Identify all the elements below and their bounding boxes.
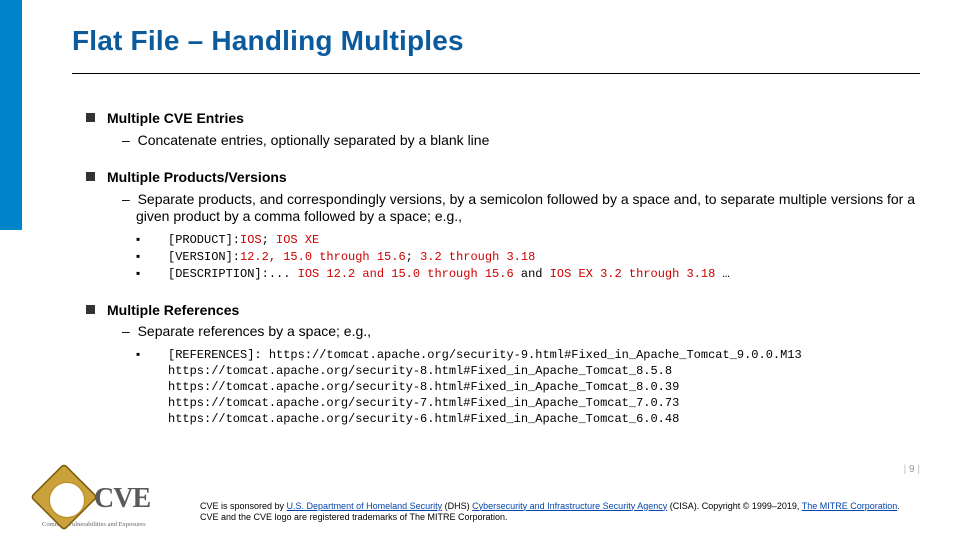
code-line: ▪[REFERENCES]: https://tomcat.apache.org… [156, 347, 920, 363]
code-line: ▪[DESCRIPTION]:... IOS 12.2 and 15.0 thr… [156, 266, 920, 282]
section: Multiple Products/Versions – Separate pro… [86, 169, 920, 282]
code-line: ▪[PRODUCT]:IOS; IOS XE [156, 232, 920, 248]
code-bullet-icon: ▪ [156, 232, 168, 247]
code-block: ▪[PRODUCT]:IOS; IOS XE▪[VERSION]:12.2, 1… [156, 232, 920, 282]
code-bullet-icon: ▪ [156, 249, 168, 264]
footer-text: CVE is sponsored by U.S. Department of H… [200, 501, 920, 524]
section-sub: – Concatenate entries, optionally separa… [122, 132, 920, 150]
footer-link-cisa[interactable]: Cybersecurity and Infrastructure Securit… [472, 501, 667, 511]
logo: CVE Common Vulnerabilities and Exposures [42, 475, 172, 528]
footer-link-mitre[interactable]: The MITRE Corporation [802, 501, 898, 511]
square-bullet-icon [86, 172, 95, 181]
section-heading: Multiple CVE Entries [86, 110, 920, 128]
accent-bar [0, 0, 22, 230]
title-area: Flat File – Handling Multiples [72, 25, 920, 74]
code-block: ▪[REFERENCES]: https://tomcat.apache.org… [156, 347, 920, 427]
code-line: https://tomcat.apache.org/security-8.htm… [156, 364, 920, 379]
section-heading: Multiple References [86, 302, 920, 320]
page-number: | 9 | [904, 464, 920, 475]
code-line: https://tomcat.apache.org/security-7.htm… [156, 396, 920, 411]
code-line: ▪[VERSION]:12.2, 15.0 through 15.6; 3.2 … [156, 249, 920, 265]
title-divider [72, 73, 920, 74]
section-heading: Multiple Products/Versions [86, 169, 920, 187]
section: Multiple References – Separate references… [86, 302, 920, 427]
section-sub: – Separate products, and correspondingly… [122, 191, 920, 226]
logo-text: CVE [94, 483, 150, 515]
code-line: https://tomcat.apache.org/security-6.htm… [156, 412, 920, 427]
square-bullet-icon [86, 113, 95, 122]
code-bullet-icon: ▪ [156, 266, 168, 281]
section: Multiple CVE Entries – Concatenate entrie… [86, 110, 920, 149]
section-sub: – Separate references by a space; e.g., [122, 323, 920, 341]
footer-link-dhs[interactable]: U.S. Department of Homeland Security [287, 501, 443, 511]
slide-title: Flat File – Handling Multiples [72, 25, 920, 57]
slide-content: Multiple CVE Entries – Concatenate entrie… [86, 110, 920, 447]
code-bullet-icon: ▪ [156, 347, 168, 362]
code-line: https://tomcat.apache.org/security-8.htm… [156, 380, 920, 395]
square-bullet-icon [86, 305, 95, 314]
